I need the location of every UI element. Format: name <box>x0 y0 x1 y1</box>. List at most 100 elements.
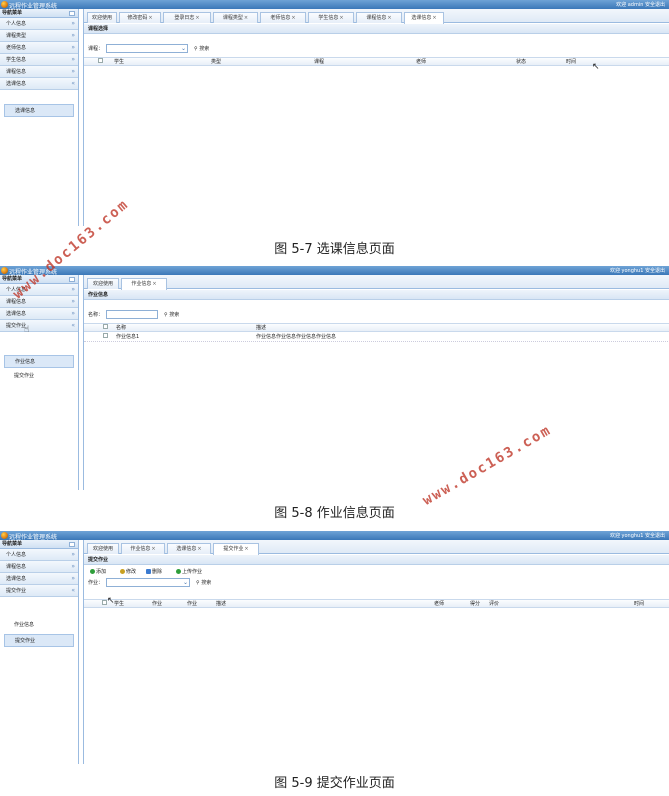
panel-title: 作业信息 <box>84 290 669 300</box>
sidebar-group-course[interactable]: 课程信息» <box>0 561 78 573</box>
tab-welcome[interactable]: 欢迎使用 <box>87 543 119 554</box>
collapse-icon[interactable] <box>69 277 75 282</box>
tab-course-type[interactable]: 课程类型× <box>213 12 258 23</box>
upload-button[interactable]: 上传作业 <box>176 568 202 575</box>
col-assignment[interactable]: 作业 <box>152 600 162 609</box>
close-icon[interactable]: × <box>291 15 295 21</box>
close-icon[interactable]: × <box>152 281 156 287</box>
sidebar-item-assignment-info[interactable]: 作业信息 <box>4 355 74 368</box>
col-course[interactable]: 课程 <box>314 58 324 67</box>
main-area: 欢迎使用 作业信息× 作业信息 名称： ⚲ 搜索 名称 描述 作业信息1 作业信… <box>24 275 669 490</box>
chevron-up-icon: « <box>71 587 75 594</box>
sidebar-group-personal[interactable]: 个人信息» <box>0 549 78 561</box>
caption-5-9: 图 5-9 提交作业页面 <box>274 776 395 791</box>
sidebar-group-selection[interactable]: 选课信息» <box>0 308 78 320</box>
main-area: 欢迎使用 作业信息× 选课信息× 提交作业× 提交作业 添加 修改 删除 上传作… <box>83 540 669 764</box>
search-button[interactable]: ⚲ 搜索 <box>164 311 179 318</box>
sidebar-group-selection[interactable]: 选课信息 « <box>0 78 78 90</box>
col-name[interactable]: 名称 <box>116 324 126 333</box>
tab-assignment-info[interactable]: 作业信息× <box>121 278 167 290</box>
sidebar-group-submit[interactable]: 提交作业 « <box>0 585 78 597</box>
close-icon[interactable]: × <box>197 546 201 552</box>
mouse-cursor-icon: ↖ <box>592 62 600 72</box>
sidebar-item-submit-assignment[interactable]: 提交作业 <box>4 634 74 647</box>
tab-submit-assignment[interactable]: 提交作业× <box>213 543 259 555</box>
collapse-icon[interactable] <box>69 11 75 16</box>
sidebar-item-selection[interactable]: 选课信息 <box>4 104 74 117</box>
close-icon[interactable]: × <box>148 15 152 21</box>
close-icon[interactable]: × <box>387 15 391 21</box>
sidebar: 导航菜单 个人信息» 课程信息» 选课信息» 提交作业 « 作业信息 提交作业 <box>0 540 79 764</box>
col-time[interactable]: 时间 <box>634 600 644 609</box>
welcome-text[interactable]: 欢迎 admin 安全退出 <box>616 1 665 8</box>
close-icon[interactable]: × <box>339 15 343 21</box>
sidebar-group-student[interactable]: 学生信息» <box>0 54 78 66</box>
tab-teacher[interactable]: 老师信息× <box>260 12 306 23</box>
sidebar-item-submit-assignment[interactable]: 提交作业 <box>4 370 74 383</box>
col-description[interactable]: 描述 <box>256 324 266 333</box>
nav-header: 导航菜单 <box>0 540 78 549</box>
collapse-icon[interactable] <box>69 542 75 547</box>
search-button[interactable]: ⚲ 搜索 <box>194 45 209 52</box>
col-score[interactable]: 得分 <box>470 600 480 609</box>
chevron-up-icon: « <box>71 80 75 87</box>
close-icon[interactable]: × <box>244 546 248 552</box>
close-icon[interactable]: × <box>244 15 248 21</box>
tab-course[interactable]: 课程信息× <box>356 12 402 23</box>
tab-selection[interactable]: 选课信息× <box>167 543 211 554</box>
cell-description: 作业信息作业信息作业信息作业信息 <box>256 334 337 340</box>
name-input[interactable] <box>106 310 158 319</box>
col-teacher[interactable]: 老师 <box>434 600 444 609</box>
col-teacher[interactable]: 老师 <box>416 58 426 67</box>
col-time[interactable]: 时间 <box>566 58 576 67</box>
select-all-checkbox[interactable] <box>98 58 103 63</box>
tab-assignment-info[interactable]: 作业信息× <box>121 543 165 554</box>
sidebar-group-course[interactable]: 课程信息» <box>0 296 78 308</box>
mouse-cursor-icon: ↖ <box>107 596 115 606</box>
course-select[interactable]: ⌄ <box>106 44 188 53</box>
tab-change-password[interactable]: 修改密码× <box>119 12 161 23</box>
top-bar: 远程作业管理系统 欢迎 yonghu1 安全退出 <box>0 266 669 276</box>
chevron-down-icon: » <box>71 310 75 317</box>
table-row[interactable]: 作业信息1 作业信息作业信息作业信息作业信息 <box>84 333 669 342</box>
close-icon[interactable]: × <box>151 546 155 552</box>
close-icon[interactable]: × <box>432 15 436 21</box>
col-comment[interactable]: 评价 <box>489 600 499 609</box>
select-all-checkbox[interactable] <box>103 324 108 329</box>
sidebar-group-course[interactable]: 课程信息» <box>0 66 78 78</box>
filter-bar: 作业： ⌄ ⚲ 搜索 <box>84 577 669 588</box>
welcome-text[interactable]: 欢迎 yonghu1 安全退出 <box>610 267 665 274</box>
col-status[interactable]: 状态 <box>516 58 526 67</box>
welcome-text[interactable]: 欢迎 yonghu1 安全退出 <box>610 532 665 539</box>
table-header: 学生 作业 作业 描述 老师 得分 评价 时间 <box>84 599 669 608</box>
sidebar: 导航菜单 个人信息» 课程信息» 选课信息» 提交作业 « 作业信息 提交作业 <box>0 275 79 490</box>
screenshot-course-selection: 远程作业管理系统 欢迎 admin 安全退出 导航菜单 个人信息» 课程类型» … <box>0 0 669 226</box>
sidebar-group-selection[interactable]: 选课信息» <box>0 573 78 585</box>
assignment-select[interactable]: ⌄ <box>106 578 190 587</box>
col-description[interactable]: 描述 <box>216 600 226 609</box>
col-type[interactable]: 类型 <box>211 58 221 67</box>
delete-button[interactable]: 删除 <box>146 568 162 575</box>
col-student[interactable]: 学生 <box>114 58 124 67</box>
edit-button[interactable]: 修改 <box>120 568 136 575</box>
tab-login-log[interactable]: 登录日志× <box>163 12 211 23</box>
tab-selection[interactable]: 选课信息× <box>404 12 444 24</box>
add-button[interactable]: 添加 <box>90 568 106 575</box>
tab-student[interactable]: 学生信息× <box>308 12 354 23</box>
caption-5-8: 图 5-8 作业信息页面 <box>274 506 395 521</box>
nav-header: 导航菜单 <box>0 9 78 18</box>
sidebar-group-personal[interactable]: 个人信息» <box>0 18 78 30</box>
sidebar-item-assignment-info[interactable]: 作业信息 <box>4 619 74 632</box>
upload-icon <box>176 569 181 574</box>
tab-welcome[interactable]: 欢迎使用 <box>87 12 117 23</box>
action-bar: 添加 修改 删除 上传作业 <box>84 566 669 577</box>
close-icon[interactable]: × <box>195 15 199 21</box>
sidebar-group-submit[interactable]: 提交作业 « <box>0 320 78 332</box>
col-student[interactable]: 学生 <box>114 600 124 609</box>
tab-welcome[interactable]: 欢迎使用 <box>87 278 119 289</box>
sidebar-group-teacher[interactable]: 老师信息» <box>0 42 78 54</box>
search-button[interactable]: ⚲ 搜索 <box>196 579 211 586</box>
sidebar-group-course-type[interactable]: 课程类型» <box>0 30 78 42</box>
col-assignment-2[interactable]: 作业 <box>187 600 197 609</box>
row-checkbox[interactable] <box>103 333 108 338</box>
